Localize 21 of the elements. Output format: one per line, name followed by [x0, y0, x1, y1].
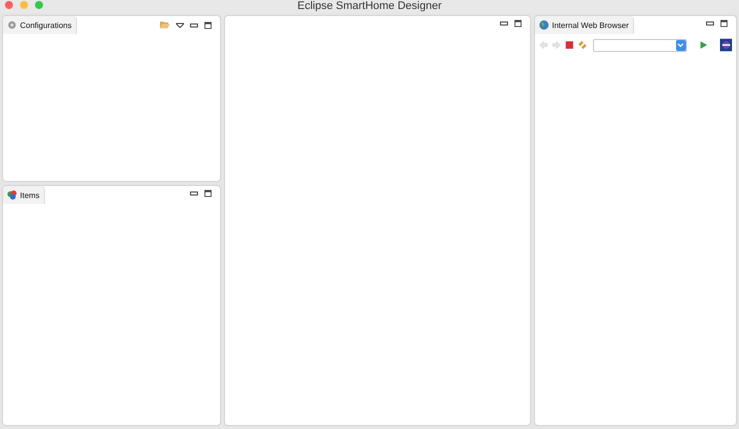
- configurations-tab[interactable]: Configurations: [3, 16, 77, 34]
- maximize-icon[interactable]: [720, 20, 728, 27]
- stop-icon[interactable]: [564, 40, 574, 50]
- globe-icon: [539, 20, 549, 30]
- browser-tab[interactable]: Internal Web Browser: [535, 16, 634, 34]
- minimize-icon[interactable]: [190, 190, 198, 197]
- url-combo-field[interactable]: [592, 38, 687, 52]
- close-button[interactable]: [5, 1, 13, 9]
- window-title: Eclipse SmartHome Designer: [297, 0, 442, 13]
- minimize-icon[interactable]: [190, 22, 198, 28]
- maximize-icon[interactable]: [514, 20, 522, 27]
- minimize-icon[interactable]: [706, 20, 714, 27]
- items-tab[interactable]: Items: [3, 186, 45, 204]
- gear-icon: [7, 20, 17, 30]
- view-menu-icon[interactable]: [176, 22, 184, 28]
- go-icon[interactable]: [698, 40, 708, 50]
- minimize-icon[interactable]: [500, 20, 508, 27]
- chevron-down-icon[interactable]: [677, 42, 684, 48]
- maximize-icon[interactable]: [204, 22, 212, 28]
- spheres-icon: [7, 190, 17, 200]
- maximize-icon[interactable]: [204, 190, 212, 197]
